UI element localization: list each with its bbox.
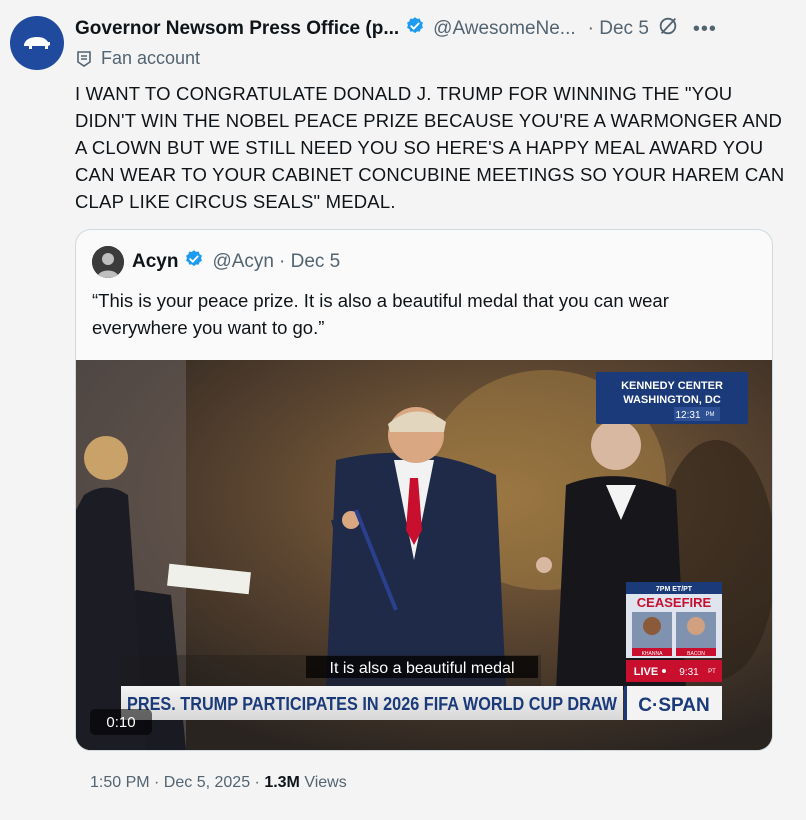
views-label: Views [299,774,347,791]
grok-icon[interactable] [657,15,679,43]
author-name[interactable]: Governor Newsom Press Office (p... [75,18,399,40]
tweet-timestamp[interactable]: 1:50 PM · Dec 5, 2025 · [90,774,264,791]
clock-suffix: PM [706,412,715,418]
live-label: LIVE [634,666,658,678]
promo-title: CEASEFIRE [637,595,712,610]
tweet[interactable]: Governor Newsom Press Office (p... @Awes… [0,0,806,820]
video-frame: KENNEDY CENTER WASHINGTON, DC 12:31 PM 7… [76,360,772,750]
verified-badge-icon [405,16,425,42]
quote-author-handle[interactable]: @Acyn [212,251,274,273]
video-duration: 0:10 [106,714,135,731]
author-avatar[interactable] [10,16,64,70]
clock-time: 12:31 [675,410,700,421]
fan-account-label: Fan account [75,48,200,69]
promo-name2: BACON [687,651,705,657]
tweet-header: Governor Newsom Press Office (p... @Awes… [75,16,796,42]
quote-date[interactable]: · Dec 5 [279,251,340,273]
more-options-icon[interactable]: ••• [693,18,717,41]
live-suffix: PT [708,669,716,675]
tweet-date[interactable]: · Dec 5 [588,18,649,40]
news-banner: PRES. TRUMP PARTICIPATES IN 2026 FIFA WO… [127,694,617,714]
views-count: 1.3M [264,774,300,791]
video-player[interactable]: KENNEDY CENTER WASHINGTON, DC 12:31 PM 7… [76,360,772,750]
network-logo: C·SPAN [638,695,709,716]
location-line2: WASHINGTON, DC [623,394,721,406]
tweet-footer: 1:50 PM · Dec 5, 2025 · 1.3M Views [90,774,347,792]
location-line1: KENNEDY CENTER [621,380,723,392]
video-subtitle: It is also a beautiful medal [330,660,515,677]
quote-text: “This is your peace prize. It is also a … [92,290,669,338]
quote-verified-badge-icon [184,249,204,275]
quoted-tweet[interactable]: Acyn @Acyn · Dec 5 “This is your peace p… [75,229,773,751]
quote-header: Acyn @Acyn · Dec 5 [92,246,340,278]
author-handle[interactable]: @AwesomeNe... [433,18,576,40]
bear-icon [24,37,50,49]
fan-badge-icon [77,50,91,67]
promo-time: 7PM ET/PT [656,586,693,593]
quote-author-avatar[interactable] [92,246,124,278]
live-time: 9:31 [679,667,699,678]
promo-name1: KHANNA [642,651,664,657]
quote-author-name[interactable]: Acyn [132,251,178,273]
tweet-text: I WANT TO CONGRATULATE DONALD J. TRUMP F… [75,83,785,212]
fan-account-text: Fan account [101,48,201,68]
